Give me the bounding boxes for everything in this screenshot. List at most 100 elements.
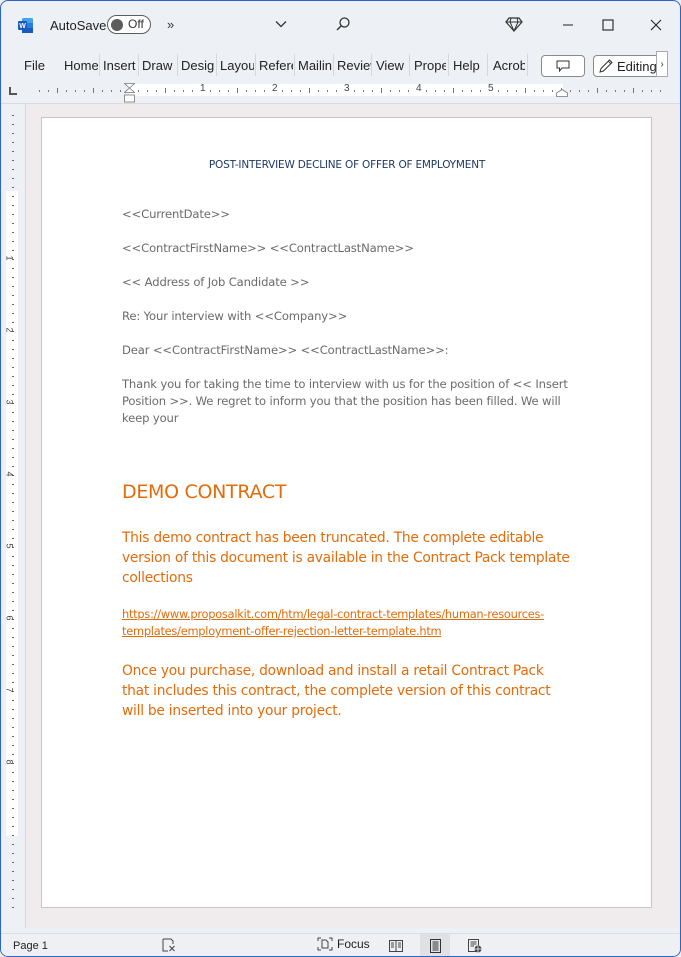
ruler-tick [381, 88, 382, 93]
ruler-tick [12, 484, 14, 485]
ruler-tick [12, 772, 14, 773]
ruler-tick [552, 90, 553, 92]
subject-line: Re: Your interview with <<Company>> [122, 309, 348, 323]
ruler-tick [84, 90, 85, 92]
comments-button[interactable] [541, 55, 585, 77]
editing-label: Editing [617, 58, 657, 74]
ruler-tick [237, 88, 238, 93]
tab-acrobat[interactable]: Acrobat [493, 57, 525, 75]
ruler-tick [12, 736, 14, 737]
ruler-tick [633, 88, 634, 93]
document-canvas[interactable]: POST-INTERVIEW DECLINE OF OFFER OF EMPLO… [26, 104, 680, 928]
comment-icon [556, 60, 570, 72]
ruler-tick [336, 90, 337, 92]
ruler-number: 2 [4, 327, 15, 333]
tab-home[interactable]: Home [64, 57, 98, 75]
ruler-tick [543, 90, 544, 92]
minimize-button[interactable] [558, 15, 578, 35]
tab-draw[interactable]: Draw [142, 57, 176, 75]
tab-properties[interactable]: Properties [414, 57, 446, 75]
ribbon-scroll-right[interactable]: › [656, 51, 668, 77]
word-icon: W [18, 18, 33, 33]
ruler-tick [156, 90, 157, 92]
ruler-tick [642, 90, 643, 92]
maximize-button[interactable] [598, 15, 618, 35]
ruler-tick [507, 90, 508, 92]
page-number[interactable]: Page 1 [13, 940, 48, 952]
demo-link[interactable]: https://www.proposalkit.com/htm/legal-co… [122, 606, 572, 640]
tab-insert[interactable]: Insert [103, 57, 136, 75]
focus-mode-button[interactable]: Focus [317, 937, 370, 951]
tab-design[interactable]: Design [181, 57, 215, 75]
ruler-number: 1 [200, 83, 206, 94]
vertical-ruler[interactable]: 1 2 3 4 5 6 7 8 [1, 103, 26, 928]
editing-mode-button[interactable]: Editing [593, 55, 665, 77]
ruler-tick [12, 889, 14, 890]
ruler-tick [12, 493, 14, 494]
ruler-tick [12, 124, 14, 125]
tab-mailings[interactable]: Mailings [298, 57, 332, 75]
ruler-tick [12, 277, 14, 278]
ruler-tick [12, 430, 14, 431]
tab-review[interactable]: Review [337, 57, 371, 75]
ruler-tick [12, 196, 14, 197]
tab-divider [409, 54, 410, 76]
read-mode-button[interactable] [381, 934, 411, 956]
ruler-tick [12, 853, 14, 854]
close-button[interactable] [646, 15, 666, 35]
print-layout-button[interactable] [420, 934, 450, 956]
ruler-tick [309, 88, 310, 93]
ruler-tick [12, 781, 14, 782]
ruler-tick [12, 844, 14, 845]
demo-footer: Once you purchase, download and install … [122, 663, 551, 719]
ruler-tick [12, 709, 14, 710]
tab-divider [527, 54, 528, 76]
tab-divider [138, 54, 139, 76]
more-commands-button[interactable]: » [167, 17, 174, 32]
proofing-icon[interactable] [162, 938, 176, 952]
ruler-tick [453, 88, 454, 93]
ruler-tick [12, 610, 14, 611]
tab-divider [216, 54, 217, 76]
right-indent-marker[interactable] [556, 89, 568, 97]
ruler-tick [12, 214, 14, 215]
ruler-tick [102, 90, 103, 92]
ruler-tick [12, 565, 14, 566]
ruler-tick [12, 754, 14, 755]
ruler-tick [12, 412, 14, 413]
ruler-tick [12, 880, 14, 881]
ruler-tick [12, 133, 14, 134]
search-icon[interactable] [335, 16, 351, 32]
ruler-tick [12, 376, 14, 377]
ruler-tick [183, 90, 184, 92]
chevron-down-icon[interactable] [275, 18, 287, 30]
ruler-tick [354, 90, 355, 92]
ruler-tick [12, 187, 14, 188]
current-date-field: <<CurrentDate>> [122, 207, 230, 221]
ruler-tick [12, 178, 14, 179]
ruler-tick [12, 592, 14, 593]
autosave-toggle[interactable]: Off [107, 15, 151, 34]
ruler-tick [12, 502, 14, 503]
ruler-tick [579, 90, 580, 92]
tab-view[interactable]: View [376, 57, 406, 75]
tab-stop-selector[interactable] [9, 87, 17, 95]
ruler-number: 4 [4, 471, 15, 477]
maximize-icon [602, 19, 614, 31]
ruler-tick [174, 90, 175, 92]
ruler-tick [12, 322, 14, 323]
tab-layout[interactable]: Layout [220, 57, 254, 75]
ruler-tick [12, 538, 14, 539]
web-layout-button[interactable] [460, 934, 490, 956]
document-page[interactable]: POST-INTERVIEW DECLINE OF OFFER OF EMPLO… [41, 117, 652, 908]
diamond-icon[interactable] [505, 15, 523, 33]
tab-help[interactable]: Help [453, 57, 483, 75]
tab-references[interactable]: References [259, 57, 293, 75]
ruler-tick [120, 90, 121, 92]
ruler-tick [12, 790, 14, 791]
tab-file[interactable]: File [24, 57, 46, 75]
autosave-label: AutoSave [50, 18, 107, 33]
ruler-tick [660, 90, 661, 92]
horizontal-ruler[interactable]: 1 2 3 4 5 [1, 81, 680, 104]
left-indent-marker[interactable] [124, 83, 135, 103]
